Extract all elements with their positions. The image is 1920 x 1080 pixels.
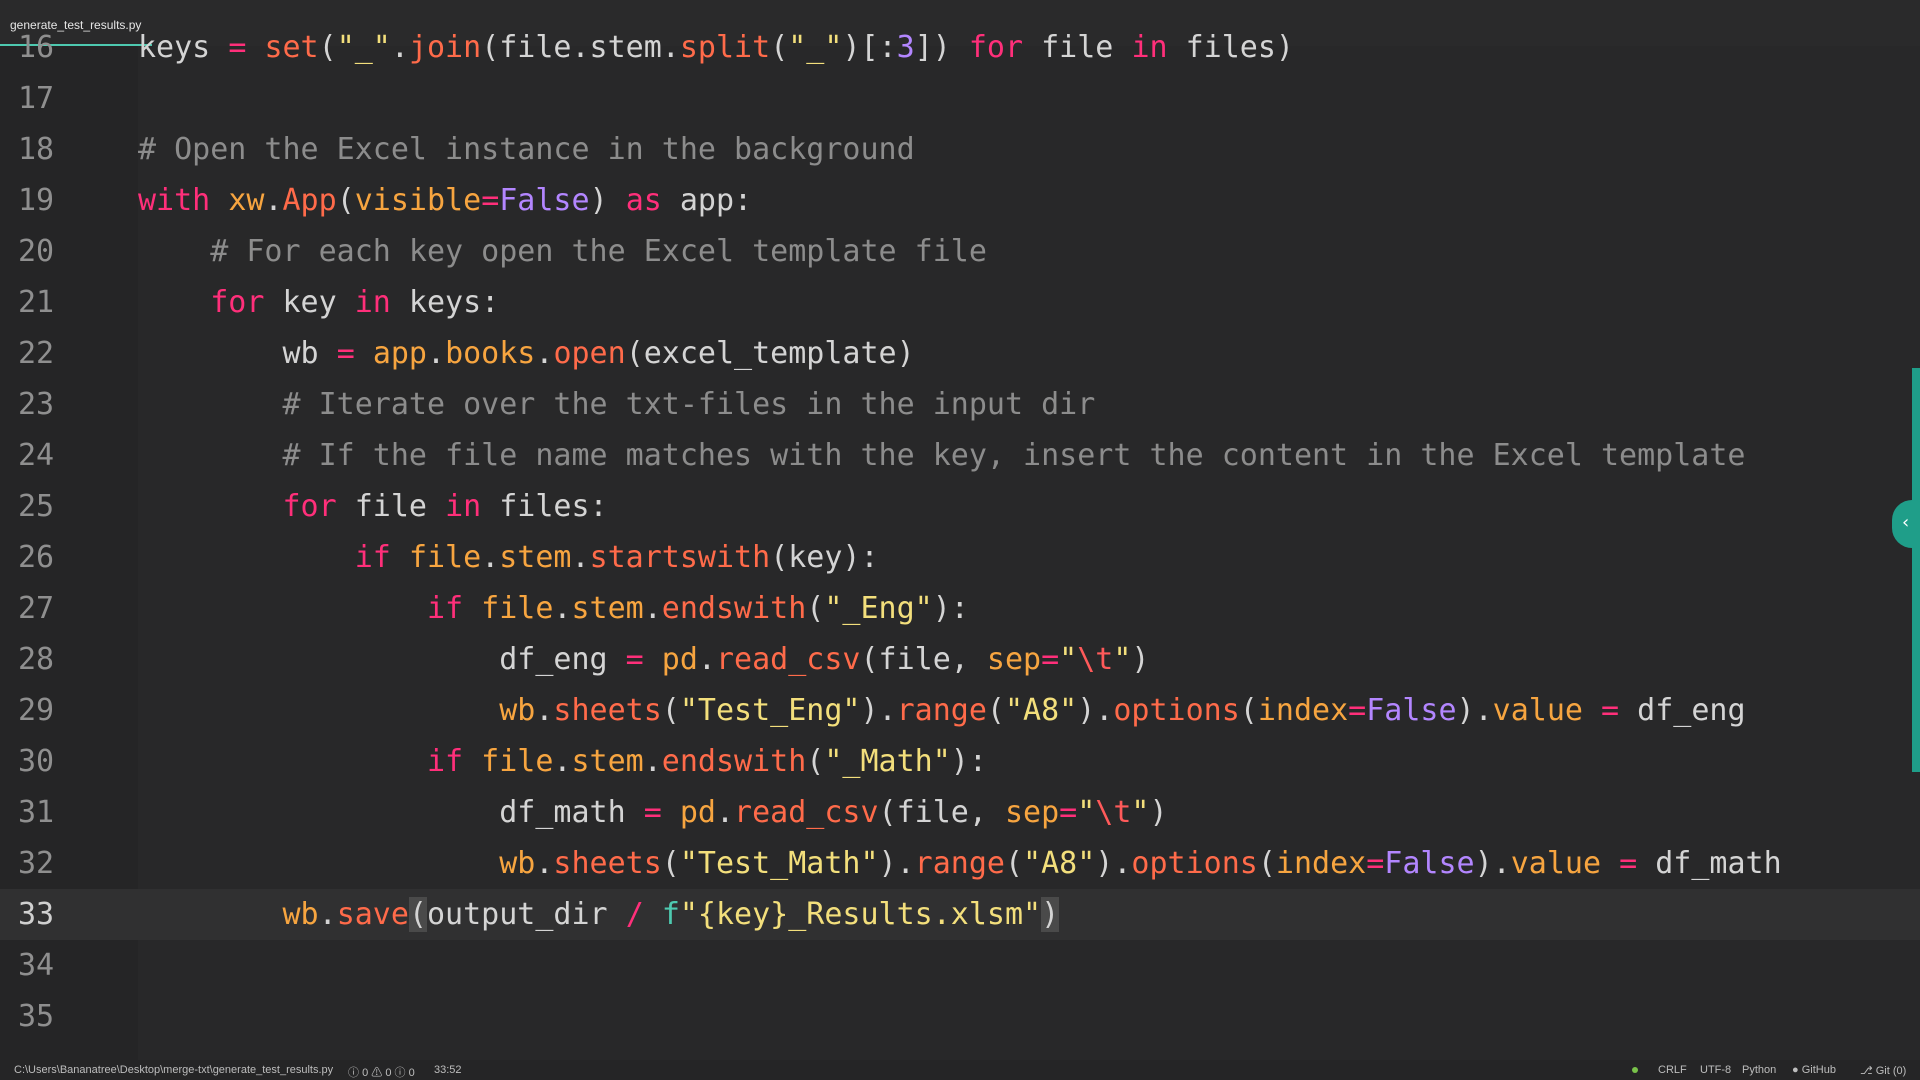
- code-line-28[interactable]: 28 df_eng = pd.read_csv(file, sep="\t"): [0, 634, 1920, 685]
- line-number: 21: [18, 285, 55, 320]
- code-line-20[interactable]: 20 # For each key open the Excel templat…: [0, 226, 1920, 277]
- code-line-18[interactable]: 18 # Open the Excel instance in the back…: [0, 124, 1920, 175]
- line-number: 20: [18, 234, 55, 269]
- code-line-17[interactable]: 17: [0, 73, 1920, 124]
- encoding[interactable]: UTF-8: [1700, 1064, 1731, 1076]
- line-number: 30: [18, 744, 55, 779]
- info-count: 0: [408, 1067, 415, 1079]
- line-number: 28: [18, 642, 55, 677]
- code-line-22[interactable]: 22 wb = app.books.open(excel_template): [0, 328, 1920, 379]
- line-code: wb.sheets("Test_Eng").range("A8").option…: [499, 693, 1746, 728]
- code-line-24[interactable]: 24 # If the file name matches with the k…: [0, 430, 1920, 481]
- code-line-27[interactable]: 27 if file.stem.endswith("_Eng"):: [0, 583, 1920, 634]
- code-line-32[interactable]: 32 wb.sheets("Test_Math").range("A8").op…: [0, 838, 1920, 889]
- chevron-left-icon: ‹: [1902, 512, 1910, 533]
- line-code: # If the file name matches with the key,…: [138, 438, 1746, 473]
- line-ending[interactable]: CRLF: [1658, 1064, 1687, 1076]
- github-label: GitHub: [1801, 1064, 1836, 1076]
- line-number: 23: [18, 387, 55, 422]
- vertical-scrollbar[interactable]: [1912, 368, 1920, 772]
- code-line-30[interactable]: 30 if file.stem.endswith("_Math"):: [0, 736, 1920, 787]
- line-code: keys = set("_".join(file.stem.split("_")…: [138, 30, 1294, 65]
- git-label: Git (0): [1875, 1065, 1907, 1077]
- line-code: # Iterate over the txt-files in the inpu…: [138, 387, 1096, 422]
- line-number: 33: [18, 897, 55, 932]
- language-mode[interactable]: Python: [1742, 1064, 1776, 1076]
- line-code: df_eng = pd.read_csv(file, sep="\t"): [138, 642, 1150, 677]
- git-button[interactable]: ⎇ Git (0): [1860, 1064, 1906, 1077]
- code-line-34[interactable]: 34: [0, 940, 1920, 991]
- line-code: wb = app.books.open(excel_template): [138, 336, 915, 371]
- line-number: 18: [18, 132, 55, 167]
- line-code: for key in keys:: [210, 285, 500, 320]
- line-code: with xw.App(visible=False) as app:: [138, 183, 753, 218]
- line-code: df_math = pd.read_csv(file, sep="\t"): [138, 795, 1168, 830]
- error-count: 0: [362, 1067, 369, 1079]
- collapse-panel-button[interactable]: ‹: [1892, 500, 1920, 548]
- line-number: 17: [18, 81, 55, 116]
- line-number: 29: [18, 693, 55, 728]
- file-path[interactable]: C:\Users\Bananatree\Desktop\merge-txt\ge…: [14, 1064, 333, 1076]
- status-bar: C:\Users\Bananatree\Desktop\merge-txt\ge…: [0, 1060, 1920, 1080]
- status-dot-icon: [1632, 1067, 1638, 1073]
- line-code: # Open the Excel instance in the backgro…: [138, 132, 915, 167]
- line-code: # For each key open the Excel template f…: [138, 234, 987, 269]
- line-code: if file.stem.endswith("_Math"):: [426, 744, 987, 779]
- line-number: 25: [18, 489, 55, 524]
- cursor-position[interactable]: 33:52: [434, 1064, 462, 1076]
- github-button[interactable]: ● GitHub: [1792, 1064, 1836, 1076]
- code-line-16[interactable]: 16 keys = set("_".join(file.stem.split("…: [0, 22, 1920, 73]
- line-code: if file.stem.startswith(key):: [354, 540, 879, 575]
- line-number: 34: [18, 948, 55, 983]
- line-number: 22: [18, 336, 55, 371]
- line-number: 31: [18, 795, 55, 830]
- line-number: 26: [18, 540, 55, 575]
- warning-icon: ⚠: [371, 1067, 383, 1079]
- code-line-26[interactable]: 26 if file.stem.startswith(key):: [0, 532, 1920, 583]
- warning-count: 0: [385, 1067, 392, 1079]
- line-code: wb.sheets("Test_Math").range("A8").optio…: [499, 846, 1782, 881]
- code-line-23[interactable]: 23 # Iterate over the txt-files in the i…: [0, 379, 1920, 430]
- code-line-19[interactable]: 19 with xw.App(visible=False) as app:: [0, 175, 1920, 226]
- line-code: for file in files:: [282, 489, 608, 524]
- info-icon: ⓘ: [394, 1067, 406, 1079]
- line-code: if file.stem.endswith("_Eng"):: [426, 591, 969, 626]
- code-line-25[interactable]: 25 for file in files:: [0, 481, 1920, 532]
- line-number: 16: [18, 30, 55, 65]
- code-line-31[interactable]: 31 df_math = pd.read_csv(file, sep="\t"): [0, 787, 1920, 838]
- code-line-29[interactable]: 29 wb.sheets("Test_Eng").range("A8").opt…: [0, 685, 1920, 736]
- errors-indicator[interactable]: ⓘ 0 ⚠ 0 ⓘ 0: [348, 1064, 415, 1080]
- error-icon: ⓘ: [348, 1067, 359, 1079]
- line-number: 27: [18, 591, 55, 626]
- line-number: 19: [18, 183, 55, 218]
- code-line-35[interactable]: 35: [0, 991, 1920, 1042]
- line-number: 24: [18, 438, 55, 473]
- line-code: wb.save(output_dir / f"{key}_Results.xls…: [282, 897, 1060, 932]
- code-line-21[interactable]: 21 for key in keys:: [0, 277, 1920, 328]
- code-line-33-active[interactable]: 33 wb.save(output_dir / f"{key}_Results.…: [0, 889, 1920, 940]
- git-icon: ⎇: [1860, 1065, 1873, 1077]
- line-number: 35: [18, 999, 55, 1034]
- github-icon: ●: [1792, 1064, 1799, 1076]
- line-number: 32: [18, 846, 55, 881]
